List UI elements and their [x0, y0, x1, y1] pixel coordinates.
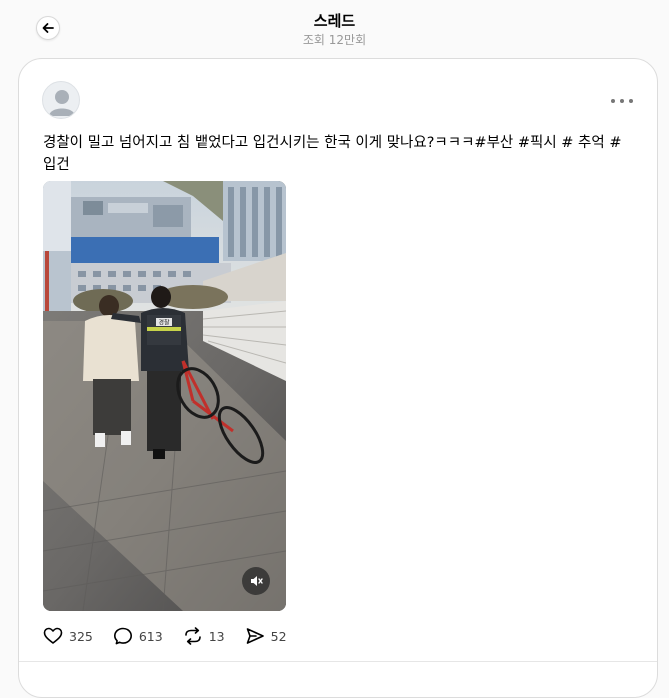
send-icon — [246, 628, 264, 644]
post-text: 경찰이 밀고 넘어지고 침 뱉었다고 입건시키는 한국 이게 맞나요?ㅋㅋㅋ#부… — [43, 135, 622, 173]
page-title: 스레드 — [313, 12, 356, 30]
repost-count: 13 — [208, 628, 225, 644]
post-video[interactable]: 경찰 — [43, 181, 286, 611]
action-bar: 325 613 13 52 — [43, 624, 307, 648]
top-bar: 스레드 조회 12만회 — [0, 0, 669, 56]
view-count: 조회 12만회 — [302, 33, 367, 47]
mute-button[interactable] — [242, 567, 270, 595]
share-button[interactable]: 52 — [245, 627, 287, 645]
default-avatar-icon — [49, 90, 75, 116]
more-dot-icon — [611, 99, 615, 103]
comment-icon — [113, 627, 132, 645]
heart-icon — [43, 627, 63, 644]
post-divider — [19, 661, 657, 662]
repost-icon — [184, 627, 201, 645]
more-dot-icon — [629, 99, 633, 103]
post-card: 경찰이 밀고 넘어지고 침 뱉었다고 입건시키는 한국 이게 맞나요?ㅋㅋㅋ#부… — [18, 58, 658, 698]
vest-label: 경찰 — [158, 319, 170, 327]
comment-button[interactable]: 613 — [113, 627, 163, 645]
like-count: 325 — [69, 628, 93, 644]
avatar[interactable] — [42, 81, 80, 119]
speaker-muted-icon — [251, 576, 263, 586]
video-frame: 경찰 — [43, 181, 286, 611]
like-button[interactable]: 325 — [43, 627, 93, 645]
more-options-button[interactable] — [611, 91, 633, 111]
more-dot-icon — [620, 99, 624, 103]
share-count: 52 — [270, 628, 287, 644]
repost-button[interactable]: 13 — [183, 627, 225, 645]
comment-count: 613 — [138, 628, 163, 644]
